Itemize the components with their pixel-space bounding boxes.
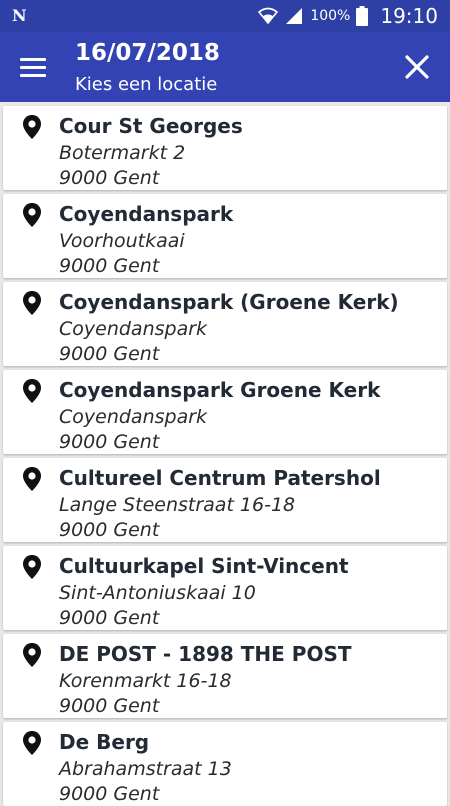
location-pin-icon: [23, 291, 41, 315]
location-name: DE POST - 1898 THE POST: [59, 642, 352, 666]
clock: 19:10: [380, 4, 438, 28]
list-item[interactable]: Cultuurkapel Sint-Vincent Sint-Antoniusk…: [3, 546, 447, 630]
list-item[interactable]: Cour St Georges Botermarkt 2 9000 Gent: [3, 106, 447, 190]
location-name: Coyendanspark Groene Kerk: [59, 378, 381, 402]
location-pin-icon: [23, 555, 41, 579]
location-street: Sint-Antoniuskaai 10: [59, 582, 256, 604]
location-pin-icon: [23, 203, 41, 227]
location-street: Voorhoutkaai: [59, 230, 185, 252]
location-name: De Berg: [59, 730, 150, 754]
signal-icon: [286, 8, 303, 24]
location-name: Cultureel Centrum Patershol: [59, 466, 381, 490]
location-city: 9000 Gent: [59, 607, 160, 629]
hamburger-menu-icon[interactable]: [20, 53, 50, 81]
location-pin-icon: [23, 379, 41, 403]
location-street: Coyendanspark: [59, 318, 208, 340]
close-icon[interactable]: [402, 52, 432, 82]
location-street: Lange Steenstraat 16-18: [59, 494, 296, 516]
location-name: Coyendanspark (Groene Kerk): [59, 290, 399, 314]
location-name: Cultuurkapel Sint-Vincent: [59, 554, 349, 578]
location-pin-icon: [23, 467, 41, 491]
page-title: 16/07/2018: [75, 40, 220, 66]
location-list: Cour St Georges Botermarkt 2 9000 Gent C…: [0, 102, 450, 806]
list-item[interactable]: De Berg Abrahamstraat 13 9000 Gent: [3, 722, 447, 806]
location-street: Korenmarkt 16-18: [59, 670, 232, 692]
location-city: 9000 Gent: [59, 343, 160, 365]
location-city: 9000 Gent: [59, 783, 160, 805]
list-item[interactable]: Coyendanspark Groene Kerk Coyendanspark …: [3, 370, 447, 454]
list-item[interactable]: Coyendanspark (Groene Kerk) Coyendanspar…: [3, 282, 447, 366]
list-item[interactable]: Coyendanspark Voorhoutkaai 9000 Gent: [3, 194, 447, 278]
location-street: Abrahamstraat 13: [59, 758, 232, 780]
status-bar: N 100% 19:10: [0, 0, 450, 32]
location-name: Coyendanspark: [59, 202, 234, 226]
list-item[interactable]: Cultureel Centrum Patershol Lange Steens…: [3, 458, 447, 542]
location-city: 9000 Gent: [59, 695, 160, 717]
location-pin-icon: [23, 115, 41, 139]
wifi-icon: [258, 7, 279, 25]
notification-icon: N: [12, 6, 27, 25]
app-bar: 16/07/2018 Kies een locatie: [0, 32, 450, 102]
location-pin-icon: [23, 731, 41, 755]
status-icons: 100% 19:10: [258, 0, 438, 32]
page-subtitle: Kies een locatie: [75, 74, 218, 95]
location-city: 9000 Gent: [59, 519, 160, 541]
location-name: Cour St Georges: [59, 114, 243, 138]
battery-percent: 100%: [310, 8, 351, 24]
location-city: 9000 Gent: [59, 167, 160, 189]
location-pin-icon: [23, 643, 41, 667]
list-item[interactable]: DE POST - 1898 THE POST Korenmarkt 16-18…: [3, 634, 447, 718]
location-street: Coyendanspark: [59, 406, 208, 428]
battery-icon: [356, 6, 369, 26]
location-city: 9000 Gent: [59, 431, 160, 453]
location-street: Botermarkt 2: [59, 142, 186, 164]
location-city: 9000 Gent: [59, 255, 160, 277]
